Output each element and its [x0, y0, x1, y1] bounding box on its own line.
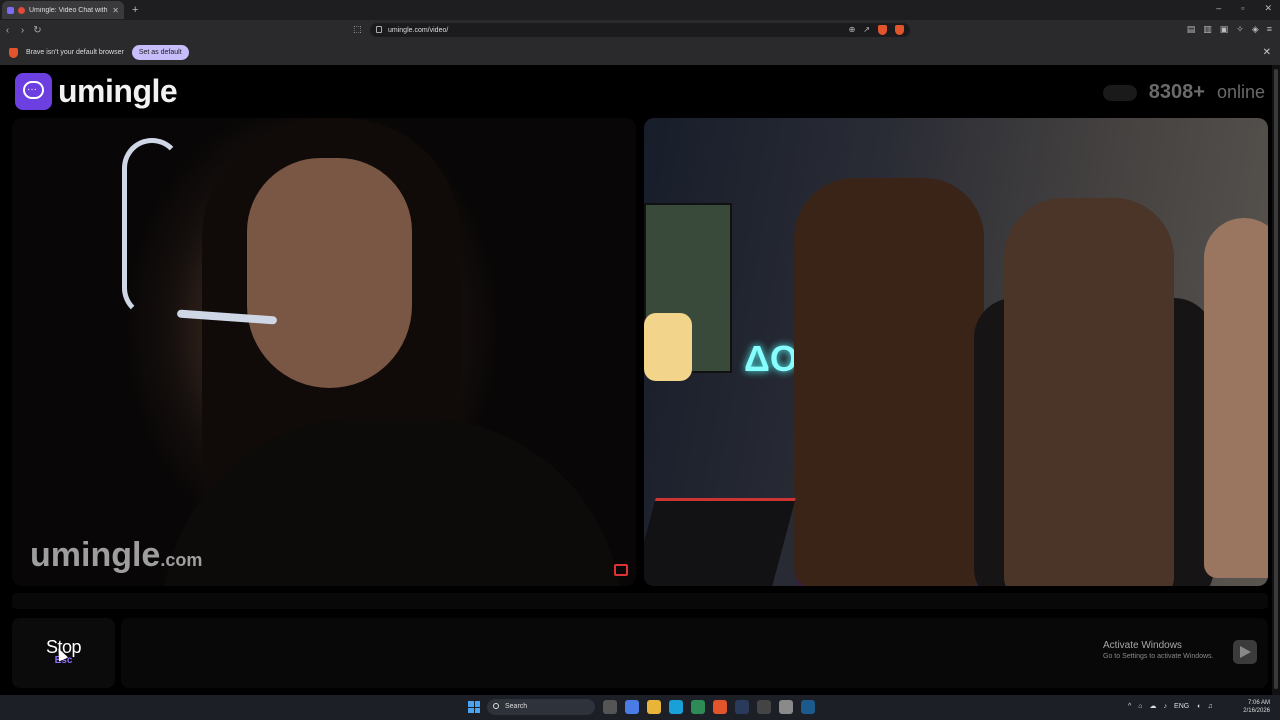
video-watermark: umingle.com: [30, 536, 202, 575]
search-icon: [493, 703, 499, 709]
page-scrollbar[interactable]: [1272, 65, 1280, 695]
file-explorer-icon[interactable]: [647, 700, 661, 714]
volume-icon[interactable]: ◖: [1196, 703, 1200, 710]
edge-icon[interactable]: [669, 700, 683, 714]
clock-date: 2/16/2026: [1243, 708, 1270, 714]
send-button[interactable]: [1233, 640, 1257, 664]
self-video: ΔO: [644, 118, 1268, 586]
steam-icon[interactable]: [735, 700, 749, 714]
task-view-icon[interactable]: [603, 700, 617, 714]
tab-umingle[interactable]: Umingle: Video Chat with Str ✕: [2, 1, 124, 19]
site-info-icon[interactable]: [376, 26, 382, 33]
online-indicator: 8308+ online: [1102, 81, 1265, 104]
address-bar[interactable]: umingle.com/video/ ⊕ ↗: [370, 23, 910, 37]
url-text: umingle.com/video/: [388, 26, 449, 34]
activate-title: Activate Windows: [1103, 640, 1182, 651]
taskbar-clock[interactable]: 7:06 AM 2/16/2026: [1243, 699, 1270, 715]
minimize-icon[interactable]: –: [1216, 3, 1221, 14]
windows-taskbar: Search ^ ⌂ ☁ ♪ ENG ◖ ♫ 7:06 AM 2/16/2026: [0, 695, 1280, 720]
obs-icon[interactable]: [779, 700, 793, 714]
share-icon[interactable]: ↗: [863, 25, 870, 35]
logo-text: umingle: [58, 73, 178, 109]
leo-icon[interactable]: ✧: [1236, 24, 1244, 35]
vpn-icon[interactable]: ◈: [1252, 24, 1259, 35]
infobar-close-icon[interactable]: ✕: [1263, 47, 1271, 58]
taskbar-search[interactable]: Search: [487, 699, 595, 715]
default-browser-infobar: Brave isn't your default browser Set as …: [0, 40, 1280, 65]
clock-time: 7:06 AM: [1247, 700, 1270, 706]
brave-icon[interactable]: [713, 700, 727, 714]
stranger-video: umingle.com: [12, 118, 636, 586]
bookmark-icon[interactable]: ⬚: [353, 24, 362, 35]
network-icon[interactable]: ⌂: [1138, 703, 1142, 710]
message-input[interactable]: [121, 618, 1268, 688]
recording-favicon-icon: [18, 6, 25, 14]
activate-subtitle: Go to Settings to activate Windows.: [1103, 653, 1214, 660]
site-logo[interactable]: ··· umingle: [15, 73, 178, 110]
browser-nav-bar: ‹ › ↻ ⬚ umingle.com/video/ ⊕ ↗ ▤ ▥ ▣ ✧ ◈…: [0, 20, 1280, 40]
notifications-icon[interactable]: ♫: [1207, 703, 1212, 710]
back-icon[interactable]: ‹: [0, 25, 15, 36]
infobar-message: Brave isn't your default browser: [26, 49, 124, 56]
extensions-icon[interactable]: ▣: [1220, 24, 1229, 35]
watermark-main: umingle: [30, 536, 161, 574]
taskbar-search-label: Search: [505, 703, 528, 710]
zoom-icon[interactable]: ⊕: [849, 25, 856, 35]
umingle-favicon-icon: [7, 6, 14, 14]
system-tray: ^ ⌂ ☁ ♪ ENG ◖ ♫: [1128, 702, 1213, 711]
report-flag-icon[interactable]: [614, 564, 628, 576]
chat-bubble-logo-icon: ···: [15, 73, 52, 110]
theme-toggle[interactable]: [1102, 84, 1137, 101]
mic-icon[interactable]: ♪: [1164, 703, 1168, 710]
online-count: 8308+: [1148, 81, 1205, 103]
windows-start-icon[interactable]: [468, 701, 480, 713]
brave-rewards-icon[interactable]: [895, 25, 904, 35]
app-icon[interactable]: [757, 700, 771, 714]
maximize-icon[interactable]: ▫: [1241, 3, 1244, 14]
tab-close-icon[interactable]: ✕: [112, 6, 119, 15]
language-indicator[interactable]: ENG: [1174, 703, 1189, 710]
copilot-icon[interactable]: [625, 700, 639, 714]
brave-logo-icon: [9, 47, 18, 58]
tab-title: Umingle: Video Chat with Str: [29, 6, 108, 14]
onedrive-icon[interactable]: ☁: [1150, 702, 1157, 710]
watermark-tld: .com: [160, 550, 203, 570]
menu-icon[interactable]: ≡: [1267, 24, 1272, 35]
browser-tab-bar: Umingle: Video Chat with Str ✕ + – ▫ ✕: [0, 0, 1280, 20]
set-as-default-button[interactable]: Set as default: [131, 45, 189, 60]
brave-shields-icon[interactable]: [878, 25, 887, 35]
window-controls: – ▫ ✕: [1216, 3, 1272, 14]
taskbar-apps: [603, 700, 815, 714]
online-label: online: [1216, 82, 1265, 102]
chat-log: [12, 593, 1268, 609]
close-window-icon[interactable]: ✕: [1264, 3, 1272, 14]
new-tab-icon[interactable]: +: [132, 4, 138, 16]
forward-icon[interactable]: ›: [15, 25, 30, 36]
tray-chevron-icon[interactable]: ^: [1128, 703, 1131, 710]
toolbar-right: ▤ ▥ ▣ ✧ ◈ ≡: [1187, 24, 1272, 35]
umingle-page: ··· umingle 8308+ online umingle.com ΔO …: [0, 65, 1280, 695]
steam-alt-icon[interactable]: [801, 700, 815, 714]
reload-icon[interactable]: ↻: [30, 25, 45, 36]
wallet-icon[interactable]: ▤: [1187, 24, 1196, 35]
activate-windows-notice: Activate Windows Go to Settings to activ…: [1103, 640, 1214, 660]
store-icon[interactable]: [691, 700, 705, 714]
sidebar-icon[interactable]: ▥: [1203, 24, 1212, 35]
